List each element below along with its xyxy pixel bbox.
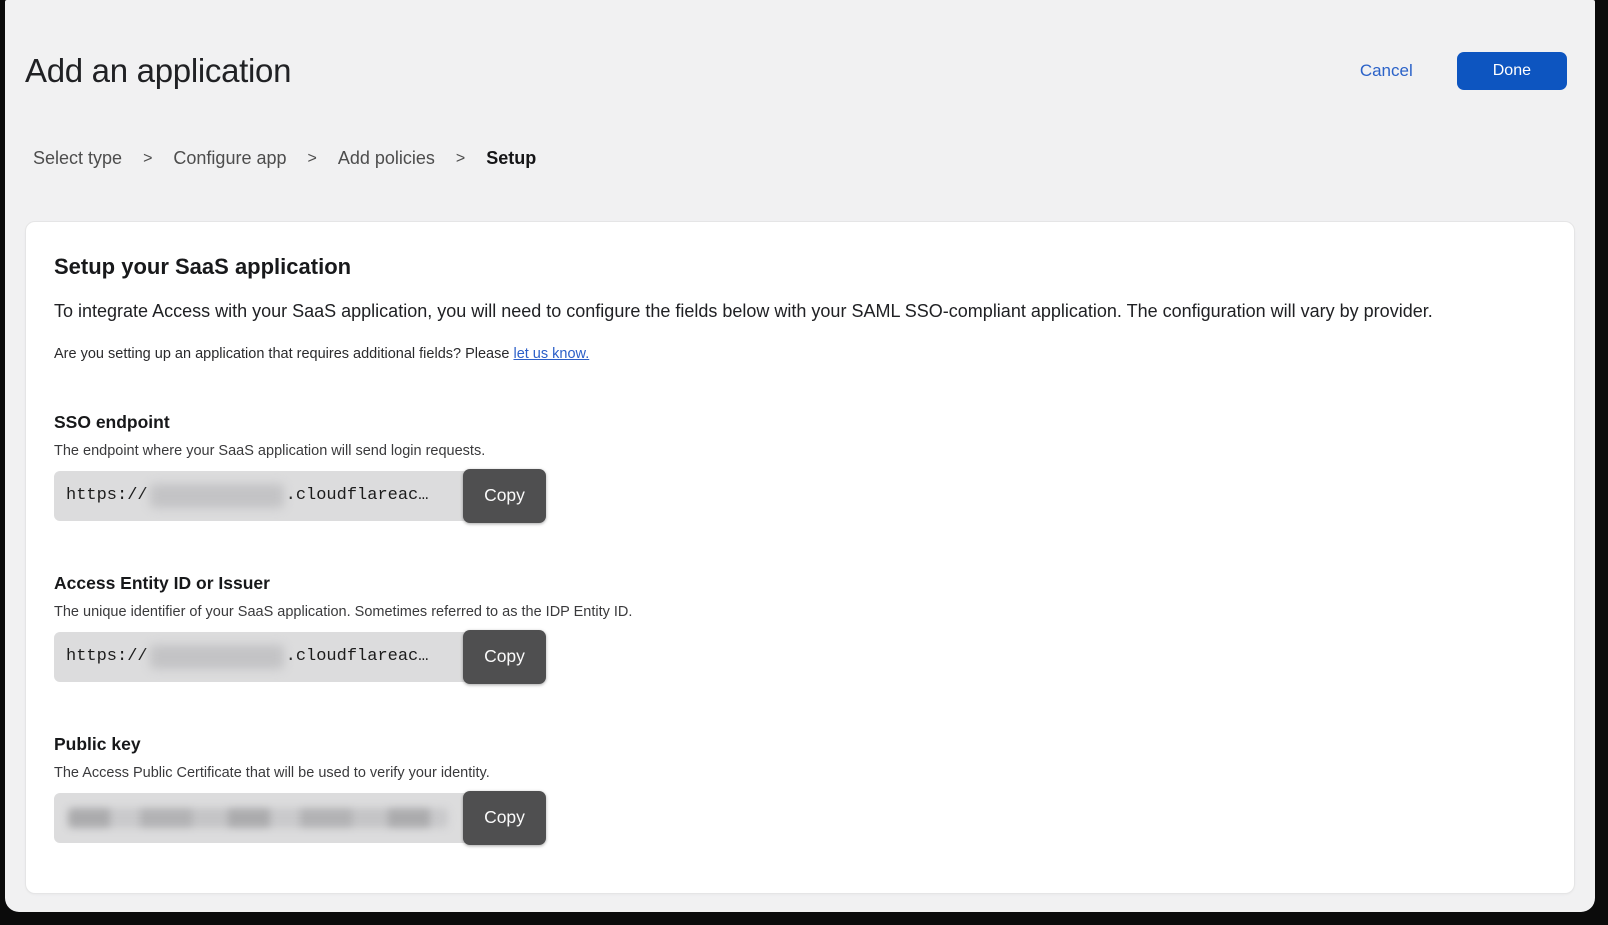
value-prefix: https:// [66, 486, 148, 505]
setup-card: Setup your SaaS application To integrate… [25, 221, 1575, 894]
breadcrumb-step-setup[interactable]: Setup [486, 148, 536, 169]
sso-endpoint-value-row: https:// .cloudflareac… Copy [54, 469, 546, 523]
cancel-button[interactable]: Cancel [1360, 61, 1413, 81]
redacted-text-blur [150, 645, 284, 669]
sso-endpoint-value: https:// .cloudflareac… [54, 471, 465, 521]
done-button[interactable]: Done [1457, 52, 1567, 90]
redacted-text-blur [150, 484, 284, 508]
field-label: Access Entity ID or Issuer [54, 573, 1544, 594]
page-title: Add an application [25, 52, 291, 90]
value-prefix: https:// [66, 647, 148, 666]
card-note: Are you setting up an application that r… [54, 346, 1544, 362]
value-suffix: .cloudflareac… [286, 486, 429, 505]
breadcrumb: Select type > Configure app > Add polici… [33, 148, 1595, 169]
breadcrumb-separator: > [308, 150, 317, 168]
breadcrumb-separator: > [456, 150, 465, 168]
page-header: Add an application Cancel Done [5, 0, 1595, 90]
field-description: The unique identifier of your SaaS appli… [54, 604, 1544, 620]
access-entity-id-copy-button[interactable]: Copy [463, 630, 546, 684]
breadcrumb-step-add-policies[interactable]: Add policies [338, 148, 435, 169]
field-public-key: Public key The Access Public Certificate… [54, 734, 1544, 845]
card-note-text: Are you setting up an application that r… [54, 346, 513, 362]
field-label: Public key [54, 734, 1544, 755]
breadcrumb-step-select-type[interactable]: Select type [33, 148, 122, 169]
public-key-value-row: Copy [54, 791, 546, 845]
card-intro: To integrate Access with your SaaS appli… [54, 300, 1544, 323]
header-actions: Cancel Done [1360, 52, 1567, 90]
field-description: The endpoint where your SaaS application… [54, 443, 1544, 459]
field-sso-endpoint: SSO endpoint The endpoint where your Saa… [54, 412, 1544, 523]
field-access-entity-id: Access Entity ID or Issuer The unique id… [54, 573, 1544, 684]
sso-endpoint-copy-button[interactable]: Copy [463, 469, 546, 523]
access-entity-id-value: https:// .cloudflareac… [54, 632, 465, 682]
access-entity-id-value-row: https:// .cloudflareac… Copy [54, 630, 546, 684]
value-suffix: .cloudflareac… [286, 647, 429, 666]
public-key-value [54, 793, 465, 843]
field-description: The Access Public Certificate that will … [54, 765, 1544, 781]
let-us-know-link[interactable]: let us know. [513, 346, 589, 362]
public-key-copy-button[interactable]: Copy [463, 791, 546, 845]
redacted-text-blur [68, 808, 448, 828]
card-heading: Setup your SaaS application [54, 254, 1544, 280]
app-window: Add an application Cancel Done Select ty… [5, 0, 1595, 912]
breadcrumb-separator: > [143, 150, 152, 168]
field-label: SSO endpoint [54, 412, 1544, 433]
breadcrumb-step-configure-app[interactable]: Configure app [173, 148, 286, 169]
